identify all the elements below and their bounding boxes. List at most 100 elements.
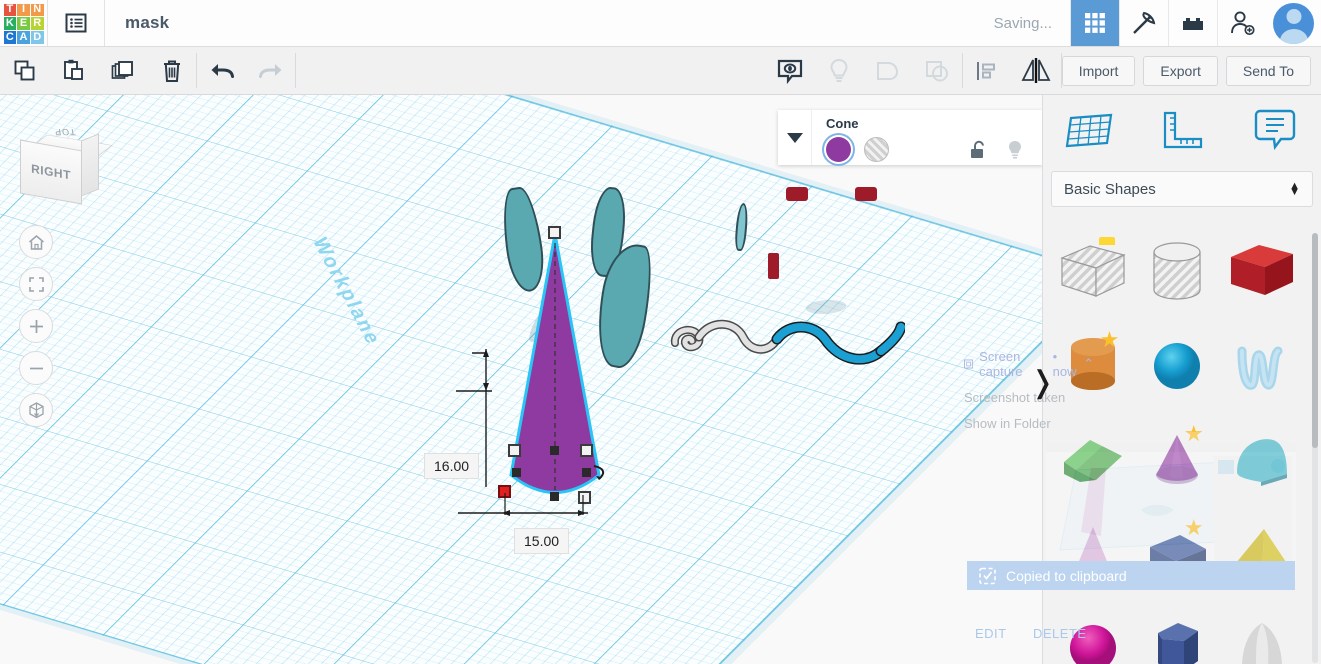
zoom-out-icon[interactable] bbox=[19, 351, 53, 385]
export-button[interactable]: Export bbox=[1143, 55, 1218, 86]
hole-swatch[interactable] bbox=[864, 137, 889, 162]
orange-cylinder-shape[interactable]: ★ bbox=[1051, 319, 1135, 413]
star-badge: ★ bbox=[1099, 327, 1120, 352]
import-button[interactable]: Import bbox=[1061, 55, 1136, 86]
panel-tabs bbox=[1043, 95, 1321, 165]
fit-view-glyph bbox=[28, 276, 44, 292]
star-badge-3: ★ bbox=[1183, 515, 1204, 540]
group-glyph bbox=[877, 61, 899, 80]
hex-prism-glyph bbox=[1158, 623, 1199, 664]
solid-hole-view-icon[interactable] bbox=[766, 47, 815, 94]
blue-sphere-glyph bbox=[1154, 343, 1201, 389]
grid-dashboard-icon[interactable] bbox=[1070, 0, 1119, 46]
height-dimension[interactable]: 16.00 bbox=[424, 453, 480, 479]
save-status: Saving... bbox=[993, 14, 1052, 32]
logo-tile-t: T bbox=[3, 3, 17, 17]
view-cube[interactable]: RIGHT TOP bbox=[18, 115, 113, 205]
logo-tile-k: K bbox=[3, 17, 17, 30]
shape-list-scrollbar[interactable] bbox=[1312, 233, 1318, 448]
green-roof-shape[interactable] bbox=[1051, 413, 1135, 507]
align-icon[interactable] bbox=[963, 47, 1012, 94]
zoom-in-icon[interactable] bbox=[19, 309, 53, 343]
stepper-icon: ▲ ▼ bbox=[1289, 179, 1300, 198]
undo-icon[interactable] bbox=[197, 47, 246, 94]
3d-viewport[interactable]: Workplane 16.00 15.00 bbox=[0, 95, 1042, 664]
project-menu-button[interactable] bbox=[48, 0, 104, 46]
duplicate-glyph bbox=[111, 60, 133, 79]
lightbulb-hole-icon[interactable] bbox=[815, 47, 864, 94]
fit-to-view-icon[interactable] bbox=[19, 267, 53, 301]
dimension-leaders bbox=[456, 349, 588, 516]
main-toolbar: Import Export Send To bbox=[0, 47, 1321, 95]
clipboard-check-icon bbox=[979, 567, 996, 585]
user-avatar[interactable] bbox=[1266, 0, 1321, 46]
blue-sphere-shape[interactable] bbox=[1135, 319, 1219, 413]
notes-tab-icon[interactable] bbox=[1240, 102, 1310, 158]
toast-text: Copied to clipboard bbox=[1006, 567, 1127, 584]
grey-paraboloid-shape[interactable] bbox=[1220, 601, 1304, 664]
ungroup-icon[interactable] bbox=[913, 47, 962, 94]
mirror-flip-icon[interactable] bbox=[1012, 47, 1061, 94]
home-glyph bbox=[28, 234, 44, 250]
ghost-delete-label: DELETE bbox=[1033, 626, 1087, 641]
pickaxe-icon[interactable] bbox=[1119, 0, 1168, 46]
redo-glyph bbox=[258, 63, 281, 78]
view-cube-right-face[interactable] bbox=[81, 133, 99, 197]
paraboloid-glyph bbox=[1241, 623, 1282, 664]
add-user-icon[interactable] bbox=[1217, 0, 1266, 46]
overlay-chevron-icon: ❭ bbox=[1030, 366, 1056, 399]
view-cube-front-face[interactable]: RIGHT bbox=[20, 139, 82, 205]
shape-grid: ★ ★ ★ bbox=[1051, 225, 1304, 664]
red-box-shape[interactable] bbox=[1220, 225, 1304, 319]
app-header: TINKERCAD mask Saving... bbox=[0, 0, 1321, 47]
tinkercad-logo[interactable]: TINKERCAD bbox=[0, 0, 47, 47]
lightbulb-icon[interactable] bbox=[1005, 139, 1025, 161]
inspector-collapse-button[interactable] bbox=[778, 110, 812, 165]
star-badge-2: ★ bbox=[1183, 421, 1204, 446]
category-select[interactable]: Basic Shapes ▲ ▼ bbox=[1051, 171, 1313, 207]
copy-glyph bbox=[14, 60, 34, 80]
delete-trash-icon[interactable] bbox=[147, 47, 196, 94]
hole-cylinder-shape[interactable] bbox=[1135, 225, 1219, 319]
redo-icon[interactable] bbox=[246, 47, 295, 94]
notes-tab-glyph bbox=[1254, 109, 1295, 151]
logo-tile-r: R bbox=[30, 17, 44, 30]
paste-glyph bbox=[63, 59, 83, 80]
logo-tile-d: D bbox=[30, 30, 44, 44]
brick-blocks-icon[interactable] bbox=[1168, 0, 1217, 46]
shape-inspector-panel: Cone bbox=[778, 110, 1043, 165]
workplane-tab-glyph bbox=[1066, 113, 1113, 148]
group-icon[interactable] bbox=[864, 47, 913, 94]
red-box-glyph bbox=[1230, 245, 1293, 295]
hole-box-shape[interactable] bbox=[1051, 225, 1135, 319]
light-blue-scribble-shape[interactable] bbox=[1220, 319, 1304, 413]
logo-tile-a: A bbox=[17, 30, 30, 44]
pickaxe-glyph bbox=[1133, 11, 1156, 34]
avatar-image bbox=[1273, 2, 1314, 44]
ghost-edit-label: EDIT bbox=[975, 626, 1007, 641]
mirror-glyph bbox=[1021, 57, 1051, 83]
toolbar-text-buttons: Import Export Send To bbox=[1061, 47, 1321, 94]
copy-icon[interactable] bbox=[0, 47, 49, 94]
category-select-value: Basic Shapes bbox=[1064, 180, 1156, 198]
duplicate-icon[interactable] bbox=[98, 47, 147, 94]
width-dimension[interactable]: 15.00 bbox=[514, 528, 570, 554]
document-title[interactable]: mask bbox=[105, 0, 169, 46]
ortho-perspective-icon[interactable] bbox=[19, 393, 53, 427]
logo-tile-i: I bbox=[17, 3, 30, 17]
paste-icon[interactable] bbox=[49, 47, 98, 94]
teal-round-roof-shape[interactable] bbox=[1220, 413, 1304, 507]
align-glyph bbox=[977, 61, 996, 80]
blue-hex-prism-shape[interactable] bbox=[1135, 601, 1219, 664]
cube-glyph bbox=[28, 401, 44, 418]
solid-color-swatch[interactable] bbox=[826, 137, 851, 162]
unlocked-padlock-icon[interactable] bbox=[968, 140, 988, 160]
workplane-tab-icon[interactable] bbox=[1054, 102, 1124, 158]
lightbulb-glyph bbox=[830, 58, 848, 82]
purple-cone-shape[interactable]: ★ bbox=[1135, 413, 1219, 507]
logo-tile-e: E bbox=[17, 17, 30, 30]
home-view-icon[interactable] bbox=[19, 225, 53, 259]
minus-glyph bbox=[29, 367, 43, 369]
ruler-tab-icon[interactable] bbox=[1147, 102, 1217, 158]
send-to-button[interactable]: Send To bbox=[1225, 55, 1311, 86]
